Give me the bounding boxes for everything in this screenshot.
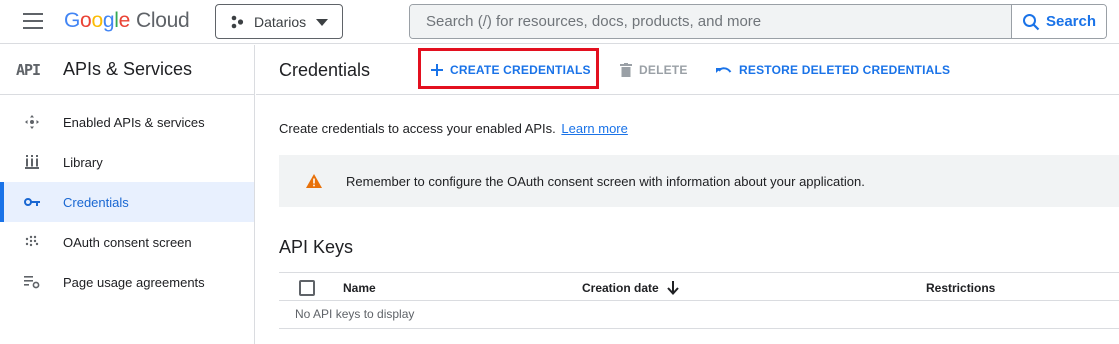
plus-icon (431, 64, 443, 76)
sort-arrow-down-icon (666, 281, 679, 295)
restore-label: RESTORE DELETED CREDENTIALS (739, 63, 951, 77)
column-restrictions[interactable]: Restrictions (926, 281, 995, 295)
sidebar-item-page-usage[interactable]: Page usage agreements (0, 262, 254, 302)
menu-icon[interactable] (23, 13, 43, 29)
search-input[interactable]: Search (/) for resources, docs, products… (410, 5, 1011, 38)
sidebar-item-oauth-consent[interactable]: OAuth consent screen (0, 222, 254, 262)
enabled-apis-icon (22, 114, 42, 130)
warning-icon (306, 174, 322, 188)
google-cloud-logo[interactable]: Google Cloud (64, 9, 190, 33)
delete-label: DELETE (639, 63, 688, 77)
sidebar-header: API APIs & Services (0, 45, 254, 95)
sidebar-item-enabled-apis[interactable]: Enabled APIs & services (0, 102, 254, 142)
sidebar: API APIs & Services Enabled APIs & servi… (0, 45, 255, 344)
banner-text: Remember to configure the OAuth consent … (346, 173, 865, 189)
undo-icon (716, 65, 732, 75)
library-icon (22, 155, 42, 169)
table-header: Name Creation date Restrictions (279, 272, 1119, 301)
api-icon: API (16, 60, 41, 79)
api-keys-table: Name Creation date Restrictions No API k… (279, 272, 1119, 329)
sidebar-item-library[interactable]: Library (0, 142, 254, 182)
intro-sentence: Create credentials to access your enable… (279, 121, 556, 136)
settings-list-icon (22, 275, 42, 289)
search-bar: Search (/) for resources, docs, products… (409, 4, 1107, 39)
api-keys-title: API Keys (279, 237, 354, 257)
create-credentials-label: CREATE CREDENTIALS (450, 63, 591, 77)
oauth-warning-banner: Remember to configure the OAuth consent … (279, 155, 1119, 207)
learn-more-link[interactable]: Learn more (561, 121, 627, 136)
project-selector[interactable]: Datarios (215, 4, 343, 39)
delete-button[interactable]: DELETE (620, 63, 688, 77)
column-creation-date-label: Creation date (582, 281, 659, 295)
sidebar-nav: Enabled APIs & services Library Credenti… (0, 95, 254, 302)
sidebar-item-label: OAuth consent screen (63, 234, 192, 250)
sidebar-title: APIs & Services (63, 59, 193, 79)
search-button[interactable]: Search (1011, 5, 1106, 38)
column-name[interactable]: Name (343, 281, 376, 295)
search-button-label: Search (1045, 13, 1097, 30)
main-content: Credentials CREATE CREDENTIALS DELETE RE… (256, 45, 1119, 344)
search-icon (1022, 13, 1040, 30)
sidebar-item-label: Page usage agreements (63, 274, 205, 290)
empty-table-row: No API keys to display (279, 301, 1119, 329)
select-all-checkbox[interactable] (299, 280, 315, 296)
page-header: Credentials CREATE CREDENTIALS DELETE RE… (256, 45, 1119, 95)
sidebar-item-label: Credentials (63, 194, 129, 210)
create-credentials-button[interactable]: CREATE CREDENTIALS (431, 63, 591, 77)
top-bar: Google Cloud Datarios Search (/) for reso… (0, 0, 1119, 44)
dropdown-caret-icon (316, 19, 328, 26)
sidebar-item-label: Enabled APIs & services (63, 114, 205, 130)
column-creation-date[interactable]: Creation date (582, 281, 679, 295)
oauth-consent-icon (22, 235, 42, 249)
sidebar-item-label: Library (63, 154, 103, 170)
page-title: Credentials (279, 60, 371, 80)
intro-text: Create credentials to access your enable… (279, 121, 628, 136)
key-icon (22, 197, 42, 207)
project-name: Datarios (254, 13, 307, 30)
project-icon (231, 15, 244, 28)
sidebar-item-credentials[interactable]: Credentials (0, 182, 254, 222)
trash-icon (620, 63, 632, 77)
restore-credentials-button[interactable]: RESTORE DELETED CREDENTIALS (716, 63, 950, 77)
